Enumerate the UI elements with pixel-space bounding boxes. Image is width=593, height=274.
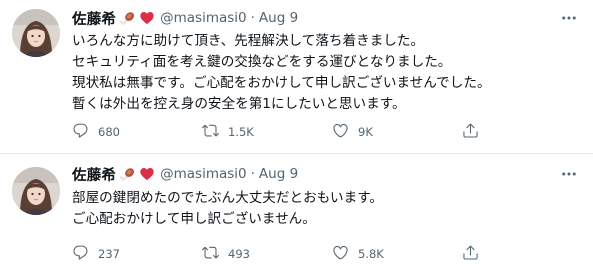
share-icon [462, 244, 479, 265]
share-button[interactable] [462, 122, 479, 142]
tweet-actions: 237 493 5.8K [72, 244, 572, 264]
red-heart-emoji [139, 10, 155, 26]
tweet-line: いろんな方に助けて頂き、先程解決して落ち着きました。 [72, 33, 425, 49]
display-name[interactable]: 佐藤希 [72, 164, 116, 185]
tweet[interactable]: 佐藤希 @masimasi0 · Aug 9 [0, 0, 593, 150]
avatar[interactable] [12, 9, 60, 57]
tweet-line: 現状私は無事です。ご心配をおかけして申し訳ございませんでした。 [72, 75, 491, 91]
tweet[interactable]: 佐藤希 @masimasi0 · Aug 9 [0, 156, 593, 274]
tweet-header: 佐藤希 @masimasi0 · Aug 9 [72, 164, 298, 184]
share-button[interactable] [462, 244, 479, 264]
more-horizontal-icon[interactable] [559, 8, 579, 28]
avatar[interactable] [12, 167, 60, 215]
timestamp[interactable]: Aug 9 [259, 166, 298, 182]
display-name[interactable]: 佐藤希 [72, 8, 116, 29]
like-button[interactable]: 5.8K [332, 244, 384, 264]
tweet-header: 佐藤希 @masimasi0 · Aug 9 [72, 8, 298, 28]
red-heart-emoji [139, 166, 155, 182]
divider [0, 153, 593, 154]
retweet-button[interactable]: 1.5K [202, 122, 254, 142]
like-icon [332, 122, 349, 143]
reply-count: 680 [98, 125, 120, 139]
handle[interactable]: @masimasi0 [160, 10, 247, 26]
tweet-text: いろんな方に助けて頂き、先程解決して落ち着きました。 セキュリティ面を考え鍵の交… [72, 31, 577, 115]
share-icon [462, 122, 479, 143]
retweet-icon [202, 244, 219, 265]
reply-icon [72, 122, 89, 143]
more-horizontal-icon[interactable] [559, 164, 579, 184]
timestamp[interactable]: Aug 9 [259, 10, 298, 26]
retweet-button[interactable]: 493 [202, 244, 250, 264]
tweet-line: ご心配おかけして申し訳ございません。 [72, 211, 316, 227]
tweet-feed: 佐藤希 @masimasi0 · Aug 9 いろんな方に助けて頂き、先程解決し… [0, 0, 593, 274]
handle[interactable]: @masimasi0 [160, 166, 247, 182]
tweet-line: セキュリティ面を考え鍵の交換などをする運びとなりました。 [72, 54, 452, 70]
retweet-count: 493 [228, 247, 250, 261]
reply-button[interactable]: 680 [72, 122, 120, 142]
reply-button[interactable]: 237 [72, 244, 120, 264]
separator-dot: · [250, 166, 255, 182]
reply-count: 237 [98, 247, 120, 261]
reply-icon [72, 244, 89, 265]
separator-dot: · [250, 10, 255, 26]
meat-on-bone-emoji [119, 166, 136, 183]
meat-on-bone-emoji [119, 10, 136, 27]
like-icon [332, 244, 349, 265]
like-button[interactable]: 9K [332, 122, 373, 142]
retweet-count: 1.5K [228, 125, 254, 139]
retweet-icon [202, 122, 219, 143]
tweet-line: 暫くは外出を控え身の安全を第1にしたいと思います。 [72, 96, 406, 112]
tweet-actions: 680 1.5K 9K [72, 122, 572, 142]
tweet-text: 部屋の鍵閉めたのでたぶん大丈夫だとおもいます。 ご心配おかけして申し訳ございませ… [72, 188, 577, 230]
tweet-line: 部屋の鍵閉めたのでたぶん大丈夫だとおもいます。 [72, 190, 384, 206]
like-count: 9K [358, 125, 373, 139]
like-count: 5.8K [358, 247, 384, 261]
